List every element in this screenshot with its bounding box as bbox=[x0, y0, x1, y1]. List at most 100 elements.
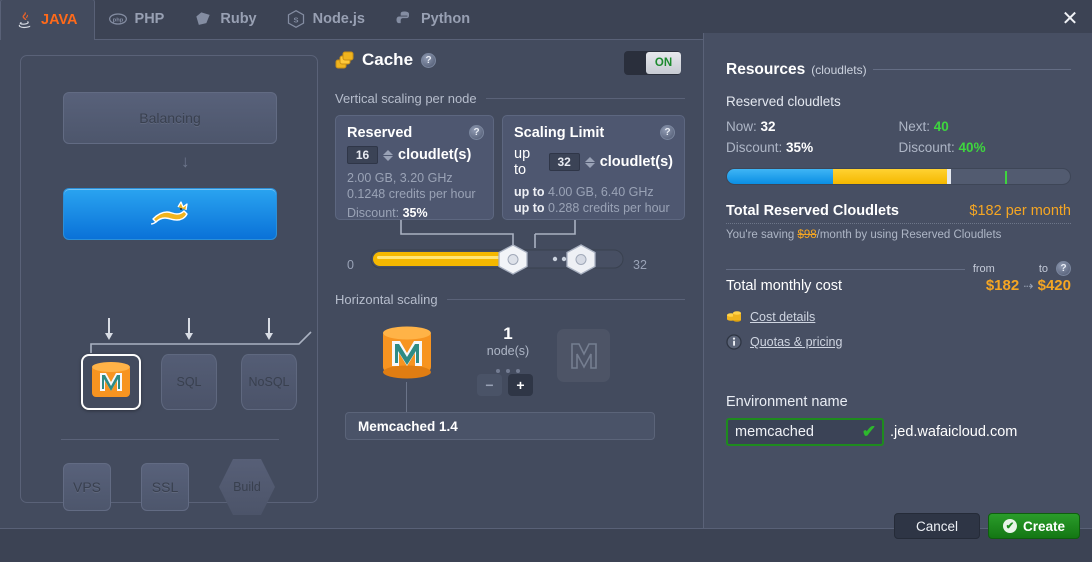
vertical-scaling-header: Vertical scaling per node bbox=[335, 91, 685, 106]
tab-python[interactable]: Python bbox=[381, 0, 486, 39]
next-discount-value: 40% bbox=[958, 140, 986, 155]
total-monthly-label: Total monthly cost bbox=[726, 278, 843, 294]
question-icon[interactable]: ? bbox=[421, 52, 437, 68]
add-node-placeholder[interactable] bbox=[557, 329, 610, 382]
reserved-cloudlets-label: Reserved cloudlets bbox=[726, 94, 841, 109]
environment-domain-suffix: .jed.wafaicloud.com bbox=[890, 424, 1018, 440]
total-monthly-cost-row: Total monthly cost $182 ⇢ $420 bbox=[726, 277, 1071, 294]
resources-header: Resources (cloudlets) bbox=[726, 61, 1071, 79]
reserved-value-row: 16 cloudlet(s) bbox=[347, 146, 482, 164]
extra-tile-ssl[interactable]: SSL bbox=[141, 463, 189, 511]
horizontal-scaling-header: Horizontal scaling bbox=[335, 292, 685, 307]
resources-panel: Resources (cloudlets) Reserved cloudlets… bbox=[703, 33, 1092, 528]
total-reserved-value: $182 per month bbox=[969, 203, 1071, 219]
horizontal-scaling-label: Horizontal scaling bbox=[335, 292, 438, 307]
arrow-down-icon: ↓ bbox=[181, 152, 190, 171]
topology-divider bbox=[61, 439, 279, 440]
extra-tile-build[interactable]: Build bbox=[219, 459, 275, 515]
saving-prefix: You're saving bbox=[726, 229, 795, 241]
app-server-tile[interactable] bbox=[63, 188, 277, 240]
saving-suffix: /month by using Reserved Cloudlets bbox=[816, 229, 1002, 241]
scaling-limit-credits-row: up to 0.288 credits per hour bbox=[514, 200, 673, 216]
reserved-now-col: Now: 32 Discount: 35% bbox=[726, 116, 899, 158]
tab-nodejs[interactable]: S Node.js bbox=[273, 0, 381, 39]
now-value: 32 bbox=[760, 119, 776, 134]
reserved-cloudlets-input[interactable]: 16 bbox=[347, 146, 378, 164]
reserved-stepper[interactable] bbox=[383, 149, 393, 161]
create-label: Create bbox=[1022, 518, 1066, 534]
tab-php[interactable]: php PHP bbox=[95, 0, 181, 39]
check-circle-icon: ✔ bbox=[1002, 519, 1017, 533]
quotas-pricing-link[interactable]: Quotas & pricing bbox=[726, 334, 1071, 350]
environment-name-box[interactable]: ✔ bbox=[726, 418, 884, 446]
tab-label: JAVA bbox=[41, 12, 78, 28]
cost-details-label: Cost details bbox=[750, 310, 816, 324]
cache-stack-icon bbox=[335, 51, 354, 68]
extra-label-vps: VPS bbox=[72, 479, 101, 495]
close-icon[interactable]: ✕ bbox=[1058, 7, 1082, 31]
limit-slider-handle bbox=[566, 244, 596, 275]
reserved-box: ? Reserved 16 cloudlet(s) 2.00 GB, 3.20 … bbox=[335, 115, 494, 220]
next-value: 40 bbox=[933, 119, 949, 134]
reserved-title: Reserved bbox=[347, 125, 413, 141]
reserved-cloudlets-stats: Now: 32 Discount: 35% Next: 40 Discount:… bbox=[726, 116, 1071, 158]
scaling-limit-title: Scaling Limit bbox=[514, 125, 605, 141]
db-tile-memcached[interactable] bbox=[81, 354, 141, 410]
now-discount-row: Discount: 35% bbox=[726, 137, 899, 158]
cost-from-value: $182 bbox=[985, 277, 1020, 294]
cache-panel: Cache ? ON Vertical scaling per node ? R… bbox=[335, 50, 685, 510]
environment-name-label: Environment name bbox=[726, 394, 848, 410]
next-discount-label: Discount: bbox=[898, 140, 955, 155]
total-reserved-label: Total Reserved Cloudlets bbox=[726, 203, 899, 219]
question-icon[interactable]: ? bbox=[1056, 261, 1071, 276]
question-icon[interactable]: ? bbox=[660, 125, 675, 140]
tomcat-icon bbox=[150, 201, 188, 225]
reserved-spec: 2.00 GB, 3.20 GHz bbox=[347, 171, 453, 185]
db-tile-sql[interactable]: SQL bbox=[161, 354, 217, 410]
memcached-node-tile[interactable] bbox=[380, 324, 434, 387]
tab-label: Python bbox=[420, 11, 471, 27]
balancing-label: Balancing bbox=[139, 110, 201, 126]
java-icon bbox=[18, 12, 31, 29]
scaling-limit-box: ? Scaling Limit up to 32 cloudlet(s) up … bbox=[502, 115, 685, 220]
svg-text:php: php bbox=[112, 18, 123, 24]
close-glyph: ✕ bbox=[1061, 8, 1079, 30]
cancel-button[interactable]: Cancel bbox=[894, 513, 980, 539]
now-discount-value: 35% bbox=[786, 140, 814, 155]
balancing-tile[interactable]: Balancing bbox=[63, 92, 277, 144]
cache-toggle[interactable]: ON bbox=[624, 51, 681, 75]
decrease-nodes-button[interactable]: − bbox=[477, 374, 502, 396]
resources-title: Resources bbox=[726, 61, 806, 78]
tab-ruby[interactable]: Ruby bbox=[180, 0, 272, 39]
scaling-limit-input[interactable]: 32 bbox=[548, 153, 580, 171]
db-tile-nosql[interactable]: NoSQL bbox=[241, 354, 297, 410]
reserved-discount-label: Discount: bbox=[347, 206, 400, 220]
dotted-divider bbox=[726, 223, 1071, 224]
cloudlet-slider[interactable]: 0 32 bbox=[335, 220, 685, 280]
node-count-label: node(s) bbox=[486, 344, 530, 358]
next-discount-row: Discount: 40% bbox=[899, 137, 1072, 158]
bar-handle[interactable] bbox=[946, 169, 951, 184]
vertical-scaling-label: Vertical scaling per node bbox=[335, 91, 477, 106]
reserved-slider-handle bbox=[498, 244, 528, 275]
tab-java[interactable]: JAVA bbox=[0, 0, 95, 40]
environment-name-input[interactable] bbox=[728, 420, 856, 444]
reserved-discount-value: 35% bbox=[402, 206, 428, 220]
question-icon[interactable]: ? bbox=[469, 125, 484, 140]
scaling-limit-spec: 4.00 GB, 6.40 GHz bbox=[548, 185, 654, 199]
reserved-cloudlets-bar[interactable] bbox=[726, 168, 1071, 185]
increase-nodes-button[interactable]: + bbox=[508, 374, 533, 396]
svg-text:S: S bbox=[293, 15, 298, 24]
reserved-unit: cloudlet(s) bbox=[398, 147, 472, 163]
stack-name-field[interactable]: Memcached 1.4 bbox=[345, 412, 655, 440]
extra-tile-vps[interactable]: VPS bbox=[63, 463, 111, 511]
header-rule bbox=[485, 98, 685, 99]
create-button[interactable]: ✔ Create bbox=[988, 513, 1080, 539]
coins-icon bbox=[727, 311, 741, 322]
memcached-node-icon bbox=[383, 326, 431, 379]
header-rule bbox=[872, 69, 1071, 70]
saving-value: $98 bbox=[797, 229, 817, 241]
scaling-limit-stepper[interactable] bbox=[584, 156, 595, 168]
cost-details-link[interactable]: Cost details bbox=[726, 309, 1071, 325]
db-label-nosql: NoSQL bbox=[248, 375, 290, 389]
